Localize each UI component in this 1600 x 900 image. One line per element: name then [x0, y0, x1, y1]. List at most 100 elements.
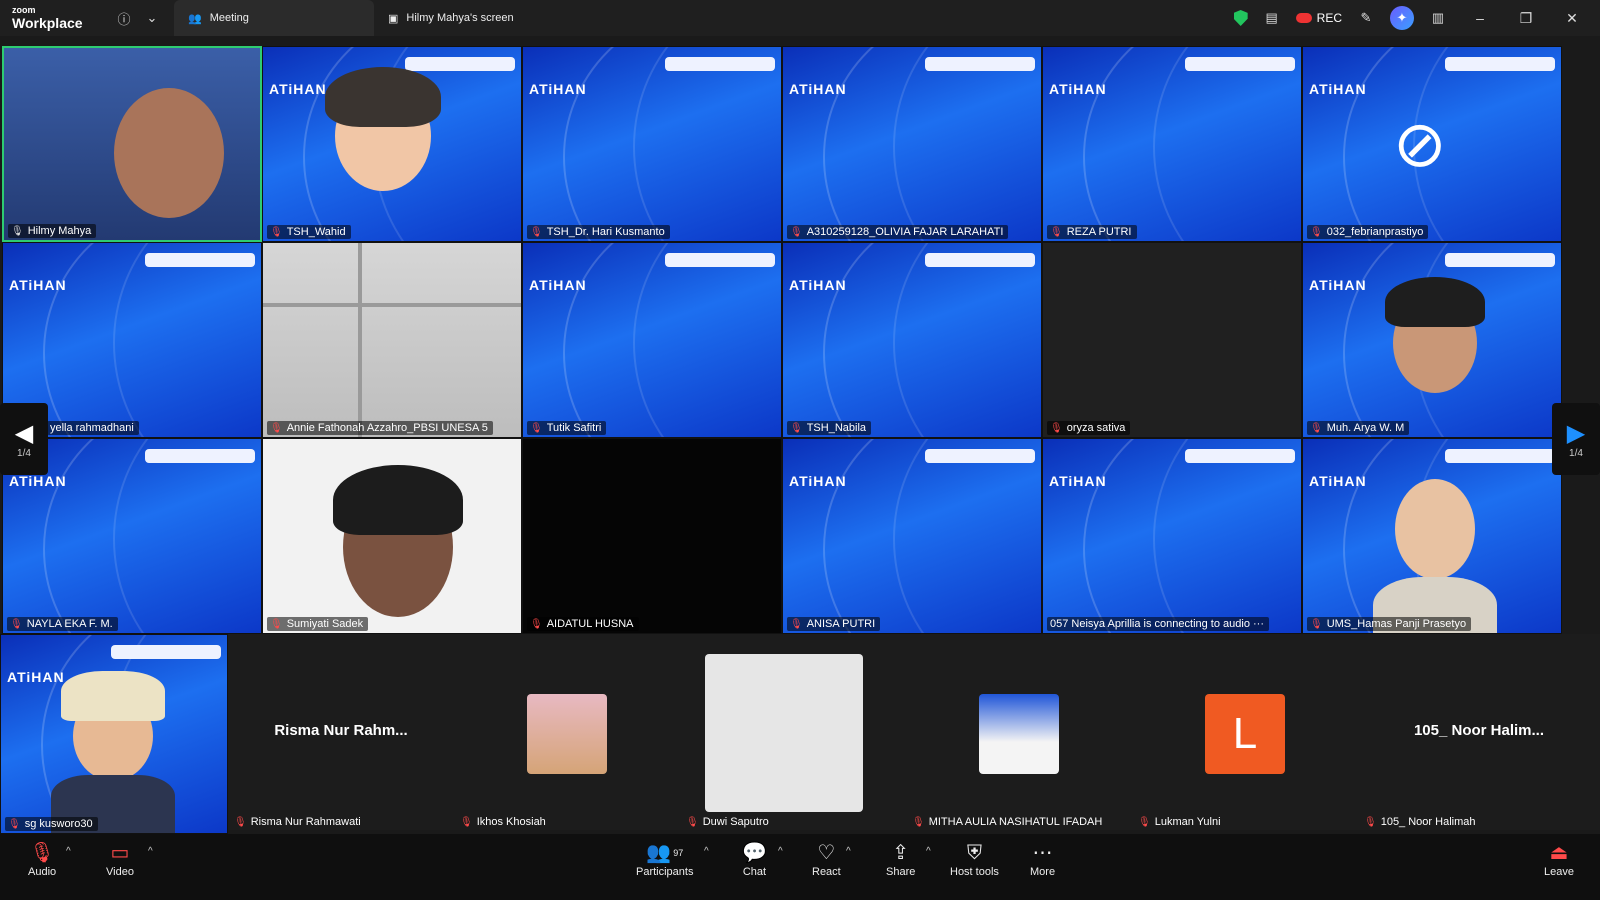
share-options-caret[interactable]: ^ — [926, 846, 931, 857]
mic-muted-icon: 🎙 — [1310, 226, 1323, 238]
mic-muted-icon: 🎙 — [270, 226, 283, 238]
participants-button[interactable]: 👥 97 Participants — [636, 840, 693, 878]
ai-companion-icon[interactable]: ✦ — [1390, 6, 1414, 30]
avatar — [1395, 479, 1475, 579]
annotate-icon[interactable]: ✎ — [1352, 4, 1380, 32]
mic-muted-icon: 🎙 — [790, 618, 803, 630]
video-tile[interactable]: 🎙 MITHA AULIA NASIHATUL IFADAH — [906, 634, 1132, 830]
video-tile[interactable]: 🎙 Ikhos Khosiah — [454, 634, 680, 830]
video-tile[interactable]: ATiHAN 🎙 Tutik Safitri — [522, 242, 782, 438]
video-tile[interactable]: ATiHAN 🎙 TSH_Wahid — [262, 46, 522, 242]
tile-name: 🎙 sg kusworo30 — [5, 817, 98, 831]
video-tile[interactable]: ATiHAN 🎙 Muh. Arya W. M — [1302, 242, 1562, 438]
video-tile[interactable]: Risma Nur Rahm... 🎙 Risma Nur Rahmawati — [228, 634, 454, 830]
share-button[interactable]: ⇪ Share — [886, 840, 915, 878]
next-page-button[interactable]: ▶ 1/4 — [1552, 403, 1600, 475]
tile-name: 🎙 Ikhos Khosiah — [460, 816, 546, 828]
video-tile[interactable]: ATiHAN 🎙 REZA PUTRI — [1042, 46, 1302, 242]
tile-name: 057 Neisya Aprillia is connecting to aud… — [1047, 617, 1270, 631]
recording-indicator[interactable]: REC — [1295, 11, 1342, 25]
tile-name: 🎙 105_ Noor Halimah — [1364, 816, 1476, 828]
leave-button[interactable]: ⏏ Leave — [1544, 840, 1574, 878]
camera-off-icon: ⊘ — [1393, 108, 1447, 180]
video-tile[interactable]: ATiHAN 🎙 TSH_Nabila — [782, 242, 1042, 438]
tile-name: 🎙 Hilmy Mahya — [8, 224, 97, 238]
mic-muted-icon: 🎙 — [686, 816, 699, 828]
react-options-caret[interactable]: ^ — [846, 846, 851, 857]
video-tile[interactable]: 🎙 Duwi Saputro — [680, 634, 906, 830]
tile-name: 🎙 Muh. Arya W. M — [1307, 421, 1410, 435]
shield-icon: ⛨ — [966, 842, 982, 864]
tile-name: 🎙 Risma Nur Rahmawati — [234, 816, 361, 828]
chat-icon: 💬 — [742, 842, 767, 864]
brand-big: Workplace — [12, 15, 83, 31]
tab-screen-share[interactable]: ▣ Hilmy Mahya's screen — [374, 0, 574, 36]
mic-muted-icon: 🎙 — [270, 422, 283, 434]
video-tile[interactable]: 🎙 Annie Fathonah Azzahro_PBSI UNESA 5 — [262, 242, 522, 438]
video-tile[interactable]: ATiHAN 🎙 UMS_Hamas Panji Prasetyo — [1302, 438, 1562, 634]
mic-muted-icon: 🎙 — [1310, 422, 1323, 434]
video-tile[interactable]: ATiHAN 057 Neisya Aprillia is connecting… — [1042, 438, 1302, 634]
tile-name: yella rahmadhani — [47, 421, 139, 435]
profile-picture — [527, 694, 607, 774]
tile-name: 🎙 AIDATUL HUSNA — [527, 617, 639, 631]
tile-name: 🎙 Lukman Yulni — [1138, 816, 1221, 828]
tile-name: 🎙 Tutik Safitri — [527, 421, 607, 435]
mic-muted-icon: 🎙 — [912, 816, 925, 828]
video-tile[interactable]: 🎙 Hilmy Mahya — [2, 46, 262, 242]
participants-options-caret[interactable]: ^ — [704, 846, 709, 857]
tile-name: 🎙 Sumiyati Sadek — [267, 617, 369, 631]
mic-muted-icon: 🎙 — [29, 842, 55, 864]
heart-icon: ♡ — [817, 842, 836, 864]
notes-icon[interactable]: ▤ — [1258, 4, 1286, 32]
profile-picture — [979, 694, 1059, 774]
video-tile[interactable]: ATiHAN 🎙 TSH_Dr. Hari Kusmanto — [522, 46, 782, 242]
participant-display-name: Risma Nur Rahm... — [274, 722, 408, 739]
title-bar: zoom Workplace ⓘ ⌄ 👥 Meeting ▣ Hilmy Mah… — [0, 0, 1600, 36]
close-icon[interactable]: ✕ — [1554, 10, 1590, 27]
video-button[interactable]: ▭ Video — [106, 840, 134, 878]
video-tile[interactable]: ATiHAN ⊘ 🎙 032_febrianprastiyo — [1302, 46, 1562, 242]
chevron-down-icon[interactable]: ⌄ — [138, 4, 166, 32]
tile-name: 🎙 oryza sativa — [1047, 421, 1131, 435]
chat-options-caret[interactable]: ^ — [778, 846, 783, 857]
meeting-toolbar: 🎙 Audio ^ ▭ Video ^ 👥 97 Participants ^ 💬… — [0, 834, 1600, 900]
info-icon[interactable]: ⓘ — [110, 4, 138, 32]
mic-muted-icon: 🎙 — [1310, 618, 1323, 630]
mic-muted-icon: 🎙 — [790, 422, 803, 434]
people-icon: 👥 — [188, 12, 202, 25]
audio-options-caret[interactable]: ^ — [66, 846, 71, 857]
video-tile[interactable]: ATiHAN 🎙 sg kusworo30 — [0, 634, 228, 834]
video-tile[interactable]: L 🎙 Lukman Yulni — [1132, 634, 1358, 830]
slide-heading: ATiHAN — [789, 81, 847, 97]
tile-name: 🎙 REZA PUTRI — [1047, 225, 1137, 239]
slide-heading: ATiHAN — [529, 277, 587, 293]
video-tile[interactable]: 🎙 oryza sativa — [1042, 242, 1302, 438]
chat-button[interactable]: 💬 Chat — [742, 840, 767, 878]
video-tile[interactable]: 🎙 AIDATUL HUSNA — [522, 438, 782, 634]
tab-meeting[interactable]: 👥 Meeting — [174, 0, 374, 36]
video-tile[interactable]: ATiHAN 🎙 ANISA PUTRI — [782, 438, 1042, 634]
mic-muted-icon: 🎙 — [8, 818, 21, 830]
react-button[interactable]: ♡ React — [812, 840, 841, 878]
maximize-icon[interactable]: ❐ — [1508, 10, 1544, 27]
video-options-caret[interactable]: ^ — [148, 846, 153, 857]
minimize-icon[interactable]: – — [1462, 10, 1498, 26]
tile-name: 🎙 TSH_Wahid — [267, 225, 351, 239]
host-tools-button[interactable]: ⛨ Host tools — [950, 840, 999, 878]
view-layout-icon[interactable]: ▥ — [1424, 4, 1452, 32]
previous-page-button[interactable]: ◀ 1/4 — [0, 403, 48, 475]
slide-heading: ATiHAN — [789, 473, 847, 489]
video-tile[interactable]: 105_ Noor Halim... 🎙 105_ Noor Halimah — [1358, 634, 1600, 830]
tile-name: 🎙 Annie Fathonah Azzahro_PBSI UNESA 5 — [267, 421, 493, 435]
audio-button[interactable]: 🎙 Audio — [28, 840, 56, 878]
video-tile[interactable]: ATiHAN 🎙 A310259128_OLIVIA FAJAR LARAHATI — [782, 46, 1042, 242]
encryption-shield-icon[interactable] — [1233, 10, 1248, 26]
tab-screen-share-label: Hilmy Mahya's screen — [406, 12, 514, 24]
more-button[interactable]: ⋯ More — [1030, 840, 1055, 878]
video-tile[interactable]: 🎙 Sumiyati Sadek — [262, 438, 522, 634]
tile-name: 🎙 Duwi Saputro — [686, 816, 769, 828]
participants-count: 97 — [673, 848, 684, 858]
cloud-record-icon — [1295, 13, 1312, 23]
initial-avatar: L — [1205, 694, 1285, 774]
